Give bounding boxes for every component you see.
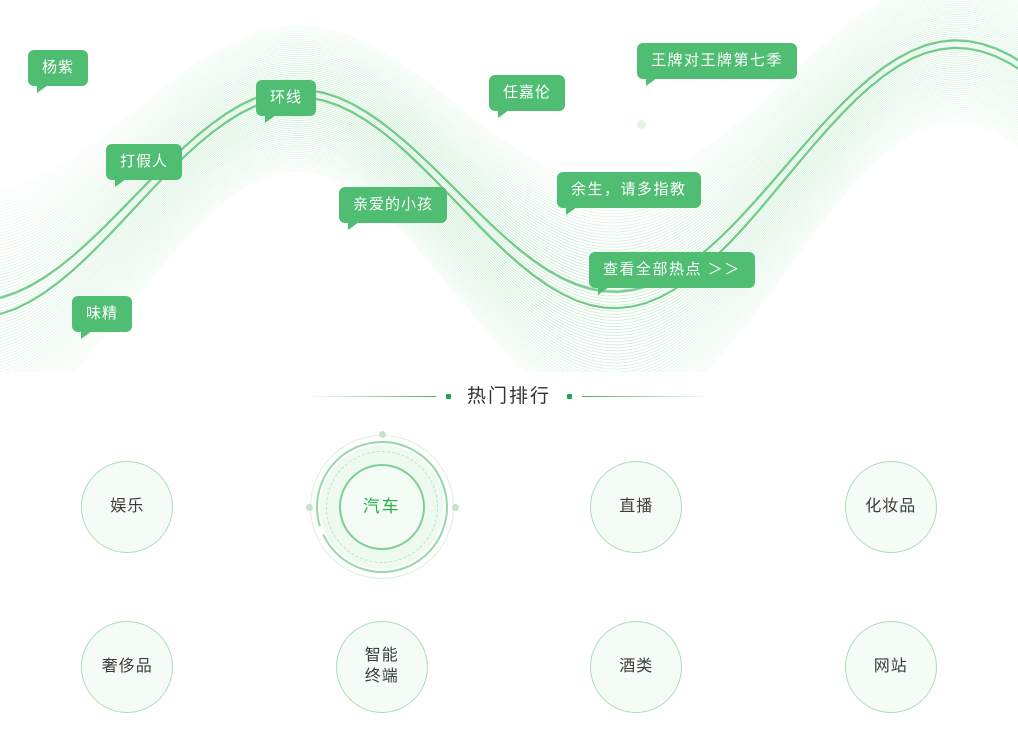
category-circle[interactable]: 奢侈品 bbox=[81, 621, 173, 713]
hot-topic-bubble[interactable]: 任嘉伦 bbox=[489, 75, 565, 111]
category-row: 娱乐 汽车 直播 化妆品 bbox=[0, 427, 1018, 587]
category-circle[interactable]: 酒类 bbox=[590, 621, 682, 713]
ring-dot-right bbox=[452, 504, 459, 511]
section-title: 热门排行 bbox=[0, 387, 1018, 406]
category-circle-grid: 娱乐 汽车 直播 化妆品奢侈品 智能终端 酒类 网站 bbox=[0, 427, 1018, 747]
category-circle[interactable]: 直播 bbox=[590, 461, 682, 553]
title-rule-right bbox=[582, 396, 712, 397]
category-cell: 直播 bbox=[509, 427, 764, 587]
category-cell: 酒类 bbox=[509, 587, 764, 747]
hot-topic-bubble[interactable]: 王牌对王牌第七季 bbox=[637, 43, 797, 79]
category-cell: 奢侈品 bbox=[0, 587, 255, 747]
title-dot-left bbox=[446, 394, 451, 399]
ring-dot-top bbox=[379, 431, 386, 438]
title-dot-right bbox=[567, 394, 572, 399]
category-circle[interactable]: 智能终端 bbox=[336, 621, 428, 713]
hot-topic-bubble[interactable]: 亲爱的小孩 bbox=[339, 187, 447, 223]
hotspot-dot bbox=[637, 120, 646, 129]
category-cell: 娱乐 bbox=[0, 427, 255, 587]
title-rule-left bbox=[306, 396, 436, 397]
category-circle[interactable]: 化妆品 bbox=[845, 461, 937, 553]
ring-dot-left bbox=[306, 504, 313, 511]
page-title: 热门排行 bbox=[461, 387, 557, 406]
hot-topic-bubble[interactable]: 环线 bbox=[256, 80, 316, 116]
category-cell: 化妆品 bbox=[764, 427, 1018, 587]
category-cell: 智能终端 bbox=[255, 587, 510, 747]
category-cell: 汽车 bbox=[255, 427, 510, 587]
hot-topic-bubble[interactable]: 打假人 bbox=[106, 144, 182, 180]
active-category-decoration: 汽车 bbox=[308, 433, 456, 581]
hero-banner: 杨紫打假人 环线 任嘉伦 王牌对王牌第七季亲爱的小孩 余生，请多指教查看全部热点 ＞＞ 味… bbox=[0, 0, 1018, 372]
hot-topic-bubble[interactable]: 杨紫 bbox=[28, 50, 88, 86]
hot-topic-bubble[interactable]: 味精 bbox=[72, 296, 132, 332]
category-circle[interactable]: 网站 bbox=[845, 621, 937, 713]
category-circle-active[interactable]: 汽车 bbox=[339, 464, 425, 550]
category-circle[interactable]: 娱乐 bbox=[81, 461, 173, 553]
wave-ribbon-graphic bbox=[0, 0, 1018, 372]
category-cell: 网站 bbox=[764, 587, 1018, 747]
hot-ranking-section: 热门排行 娱乐 汽车 直播 化妆品奢侈品 智能终端 酒类 网站 bbox=[0, 372, 1018, 745]
hot-topic-bubble[interactable]: 查看全部热点 ＞＞ bbox=[589, 252, 755, 288]
category-row: 奢侈品 智能终端 酒类 网站 bbox=[0, 587, 1018, 747]
hot-topic-bubble[interactable]: 余生，请多指教 bbox=[557, 172, 701, 208]
